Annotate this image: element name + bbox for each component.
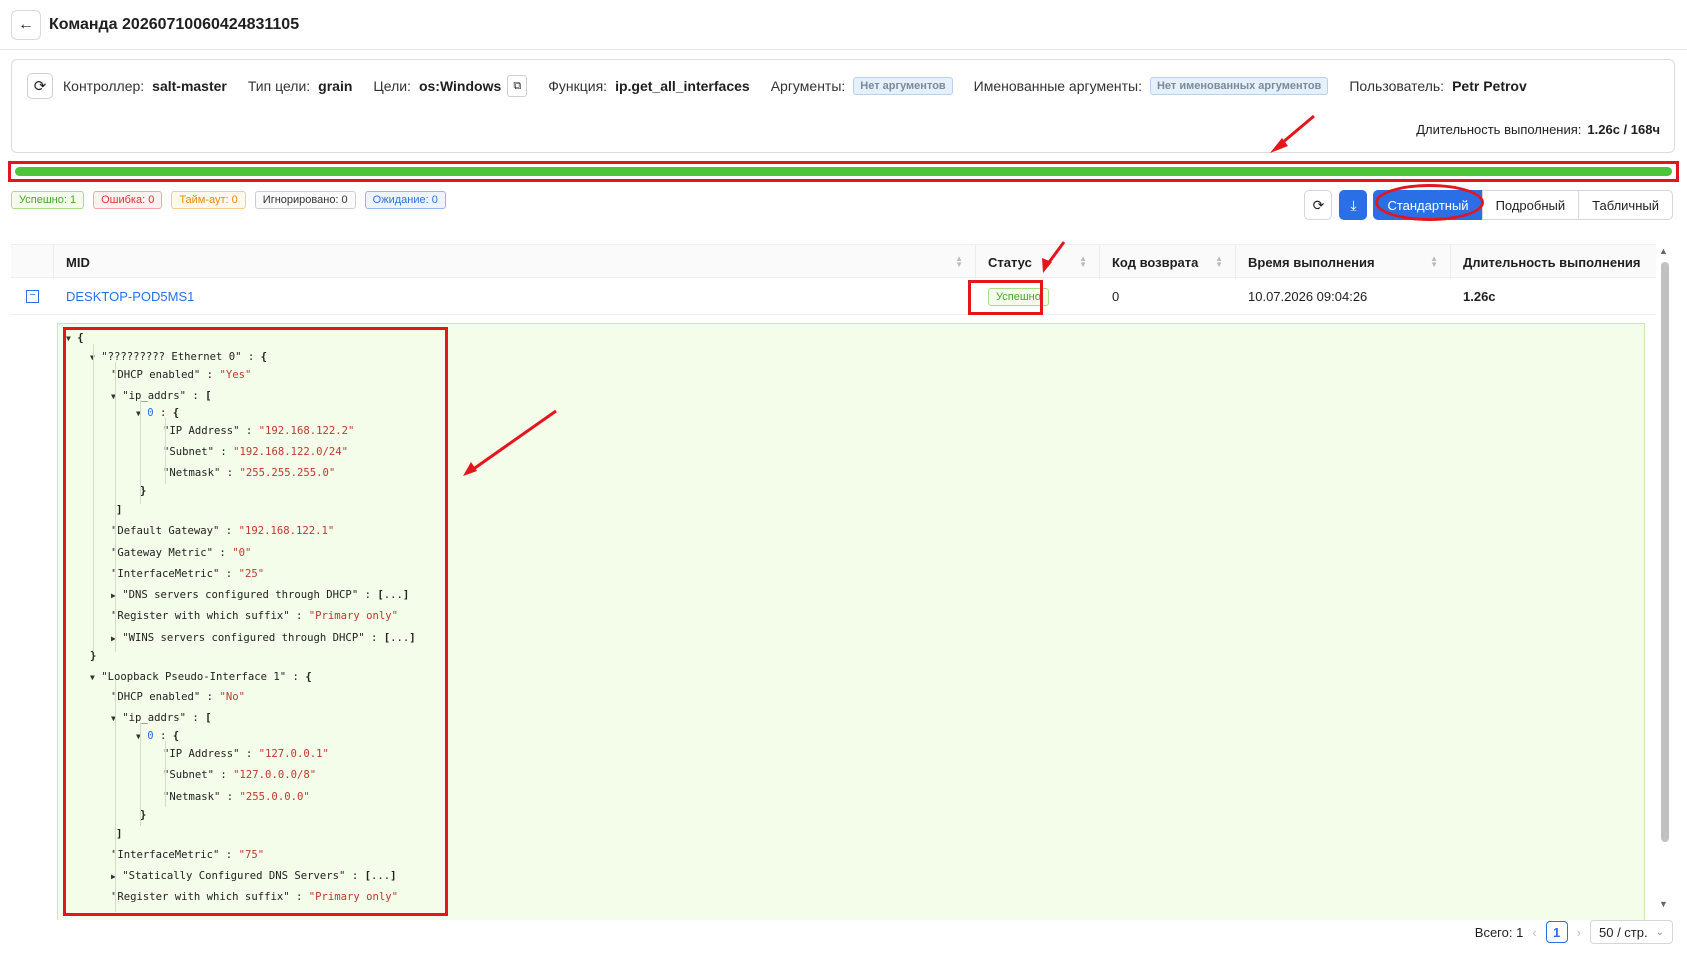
header-status[interactable]: Статус ▲ ▼ [976, 245, 1100, 279]
duration-value: 1.26с / 168ч [1587, 122, 1660, 137]
header-retcode-label: Код возврата [1112, 254, 1199, 270]
target-type-label: Тип цели: [247, 78, 311, 94]
function-label: Функция: [548, 78, 608, 94]
controller-label: Контроллер: [63, 78, 145, 94]
scroll-up-icon[interactable]: ▲ [1659, 246, 1668, 256]
target-type-value: grain [318, 78, 353, 94]
view-detailed-button[interactable]: Подробный [1481, 190, 1580, 220]
page-header: ← Команда 20260710060424831105 [0, 0, 1687, 50]
standard-highlight-ellipse [1375, 184, 1484, 221]
success-counter[interactable]: Успешно: 1 [11, 191, 85, 209]
expand-column-header [11, 245, 54, 279]
mid-link[interactable]: DESKTOP-POD5MS1 [54, 278, 194, 315]
download-icon: ⤓ [1350, 196, 1357, 213]
controller-value: salt-master [152, 78, 227, 94]
prev-page-icon[interactable]: ‹ [1532, 925, 1536, 940]
ignored-counter[interactable]: Игнорировано: 0 [254, 191, 356, 209]
targets-label: Цели: [373, 78, 411, 94]
reload-results-button[interactable]: ⟳ [1304, 190, 1333, 220]
download-button[interactable]: ⤓ [1339, 190, 1368, 220]
sort-icon[interactable]: ▲ ▼ [1430, 255, 1438, 269]
args-tag: Нет аргументов [853, 77, 953, 95]
user-value: Petr Petrov [1452, 78, 1527, 94]
header-retcode[interactable]: Код возврата ▲ ▼ [1100, 245, 1236, 279]
duration-label: Длительность выполнения: [1416, 122, 1582, 137]
results-table: MID ▲ ▼ Статус ▲ ▼ Код возврата ▲ ▼ Время выпо… [11, 244, 1656, 315]
view-toolbar: ⟳ ⤓ Стандартный Подробный Табличный [1304, 190, 1673, 220]
header-duration-label: Длительность выполнения [1463, 254, 1641, 270]
back-button[interactable]: ← [11, 9, 41, 40]
page: ← Команда 20260710060424831105 ⟳ Контрол… [0, 0, 1687, 960]
header-time[interactable]: Время выполнения ▲ ▼ [1236, 245, 1451, 279]
args-label: Аргументы: [770, 78, 846, 94]
copy-button[interactable]: ⧉ [507, 75, 528, 97]
arrow-left-icon: ← [18, 15, 34, 33]
progress-highlight [8, 161, 1679, 182]
expand-cell: − [14, 278, 39, 315]
retcode-cell: 0 [1112, 289, 1120, 304]
chevron-down-icon: ⌄ [1655, 926, 1664, 938]
json-highlight-box [63, 327, 448, 916]
kwargs-tag: Нет именованных аргументов [1149, 77, 1329, 95]
total-count: Всего: 1 [1474, 924, 1524, 940]
progress-fill [15, 167, 1672, 176]
header-duration: Длительность выполнения [1451, 245, 1656, 279]
kwargs-label: Именованные аргументы: [973, 78, 1142, 94]
pagination: Всего: 1 ‹ 1 › 50 / стр. ⌄ [1475, 920, 1673, 944]
duration-info: Длительность выполнения: 1.26с / 168ч [1416, 122, 1660, 137]
refresh-icon: ⟳ [1312, 196, 1325, 213]
error-counter[interactable]: Ошибка: 0 [93, 191, 163, 209]
header-status-label: Статус [988, 254, 1032, 270]
function-value: ip.get_all_interfaces [615, 78, 750, 94]
table-row[interactable]: − DESKTOP-POD5MS1 Успешно 0 10.07.2026 0… [11, 278, 1656, 315]
header-mid[interactable]: MID ▲ ▼ [54, 245, 976, 279]
page-size-value: 50 / стр. [1599, 924, 1648, 940]
scroll-down-icon[interactable]: ▼ [1659, 899, 1668, 909]
status-highlight-box [968, 280, 1043, 315]
header-mid-label: MID [66, 254, 90, 270]
header-time-label: Время выполнения [1248, 254, 1375, 270]
refresh-icon: ⟳ [33, 78, 47, 95]
sort-icon[interactable]: ▲ ▼ [1215, 255, 1223, 269]
scrollbar[interactable]: ▲ ▼ [1657, 246, 1671, 910]
status-counters: Успешно: 1 Ошибка: 0 Тайм-аут: 0 Игнорир… [11, 191, 446, 209]
command-info-card: ⟳ Контроллер: salt-master Тип цели: grai… [11, 59, 1675, 153]
progress-bar [15, 167, 1672, 176]
table-header: MID ▲ ▼ Статус ▲ ▼ Код возврата ▲ ▼ Время выпо… [11, 244, 1656, 279]
sort-icon[interactable]: ▲ ▼ [1079, 255, 1087, 269]
waiting-counter[interactable]: Ожидание: 0 [364, 191, 446, 209]
scroll-thumb[interactable] [1661, 262, 1669, 842]
sort-icon[interactable]: ▲ ▼ [955, 255, 963, 269]
page-size-select[interactable]: 50 / стр. ⌄ [1590, 920, 1673, 944]
view-table-button[interactable]: Табличный [1578, 190, 1673, 220]
time-cell: 10.07.2026 09:04:26 [1248, 289, 1368, 304]
duration-cell: 1.26с [1463, 289, 1496, 304]
targets-value: os:Windows [418, 78, 502, 94]
copy-icon: ⧉ [513, 79, 522, 92]
page-title: Команда 20260710060424831105 [49, 15, 300, 33]
timeout-counter[interactable]: Тайм-аут: 0 [171, 191, 246, 209]
user-label: Пользователь: [1349, 78, 1445, 94]
collapse-row-icon[interactable]: − [26, 290, 39, 303]
refresh-button[interactable]: ⟳ [27, 73, 53, 99]
next-page-icon[interactable]: › [1577, 925, 1581, 940]
page-1-button[interactable]: 1 [1545, 921, 1568, 943]
